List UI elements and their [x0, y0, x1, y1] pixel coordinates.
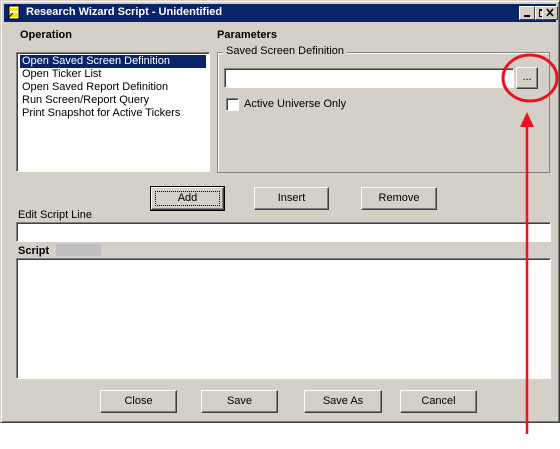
annotation-overlay — [501, 53, 559, 434]
annotation-arrow-head — [520, 112, 534, 127]
highlight-circle — [501, 53, 559, 103]
